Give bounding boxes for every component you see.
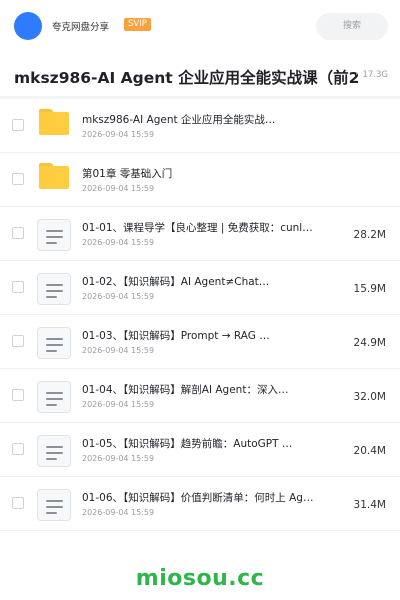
file-row[interactable]: 01-05、【知识解码】趋势前瞻：AutoGPT … 2026-09-04 15:…	[0, 423, 400, 477]
file-name[interactable]: 01-02、【知识解码】AI Agent≠Chat…	[82, 274, 318, 289]
top-bar: 夸克网盘分享 SVIP 搜索	[0, 0, 400, 50]
file-size: 20.4M	[353, 445, 386, 457]
file-size: 24.9M	[353, 337, 386, 349]
file-row[interactable]: 01-02、【知识解码】AI Agent≠Chat… 2026-09-04 15:…	[0, 261, 400, 315]
file-name[interactable]: 01-06、【知识解码】价值判断清单：何时上 Ag…	[82, 490, 318, 505]
file-name[interactable]: mksz986-AI Agent 企业应用全能实战…	[82, 112, 318, 127]
file-date: 2026-09-04 15:59	[82, 292, 155, 301]
select-checkbox[interactable]	[12, 335, 24, 347]
title-row: mksz986-AI Agent 企业应用全能实战课（前24章） · 17.3G	[0, 56, 400, 96]
file-date: 2026-09-04 15:59	[82, 238, 155, 247]
video-file-icon	[37, 435, 71, 467]
size-separator: ·	[355, 70, 358, 80]
folder-icon	[39, 163, 69, 189]
file-date: 2026-09-04 15:59	[82, 184, 155, 193]
select-checkbox[interactable]	[12, 119, 24, 131]
folder-row[interactable]: 第01章 零基础入门 2026-09-04 15:59	[0, 153, 400, 207]
file-name[interactable]: 01-04、【知识解码】解剖AI Agent：深入…	[82, 382, 318, 397]
file-list: mksz986-AI Agent 企业应用全能实战… 2026-09-04 15:…	[0, 99, 400, 531]
folder-row[interactable]: mksz986-AI Agent 企业应用全能实战… 2026-09-04 15:…	[0, 99, 400, 153]
video-file-icon	[37, 381, 71, 413]
file-date: 2026-09-04 15:59	[82, 130, 155, 139]
avatar[interactable]	[14, 12, 42, 40]
file-size: 32.0M	[353, 391, 386, 403]
watermark-text: miosou.cc	[135, 566, 265, 591]
svip-badge: SVIP	[124, 18, 151, 31]
page-title: mksz986-AI Agent 企业应用全能实战课（前24章）	[14, 69, 360, 87]
file-date: 2026-09-04 15:59	[82, 508, 155, 517]
file-row[interactable]: 01-03、【知识解码】Prompt → RAG … 2026-09-04 15:…	[0, 315, 400, 369]
video-file-icon	[37, 489, 71, 521]
file-size: 31.4M	[353, 499, 386, 511]
video-file-icon	[37, 219, 71, 251]
file-row[interactable]: 01-01、课程导学【良心整理 | 免费获取：cunl… 2026-09-04 1…	[0, 207, 400, 261]
file-date: 2026-09-04 15:59	[82, 400, 155, 409]
select-checkbox[interactable]	[12, 443, 24, 455]
select-checkbox[interactable]	[12, 497, 24, 509]
file-name[interactable]: 01-05、【知识解码】趋势前瞻：AutoGPT …	[82, 436, 318, 451]
select-checkbox[interactable]	[12, 173, 24, 185]
total-size: · 17.3G	[355, 70, 388, 80]
video-file-icon	[37, 273, 71, 305]
file-date: 2026-09-04 15:59	[82, 346, 155, 355]
file-name[interactable]: 01-01、课程导学【良心整理 | 免费获取：cunl…	[82, 220, 318, 235]
file-row[interactable]: 01-04、【知识解码】解剖AI Agent：深入… 2026-09-04 15:…	[0, 369, 400, 423]
file-name[interactable]: 01-03、【知识解码】Prompt → RAG …	[82, 328, 318, 343]
file-size: 15.9M	[353, 283, 386, 295]
folder-icon	[39, 109, 69, 135]
total-size-value: 17.3G	[362, 70, 388, 80]
select-checkbox[interactable]	[12, 227, 24, 239]
file-row[interactable]: 01-06、【知识解码】价值判断清单：何时上 Ag… 2026-09-04 15:…	[0, 477, 400, 531]
file-size: 28.2M	[353, 229, 386, 241]
file-date: 2026-09-04 15:59	[82, 454, 155, 463]
search-button[interactable]: 搜索	[316, 13, 388, 40]
file-name[interactable]: 第01章 零基础入门	[82, 166, 318, 181]
select-checkbox[interactable]	[12, 281, 24, 293]
select-checkbox[interactable]	[12, 389, 24, 401]
share-owner-name: 夸克网盘分享	[52, 22, 110, 33]
video-file-icon	[37, 327, 71, 359]
